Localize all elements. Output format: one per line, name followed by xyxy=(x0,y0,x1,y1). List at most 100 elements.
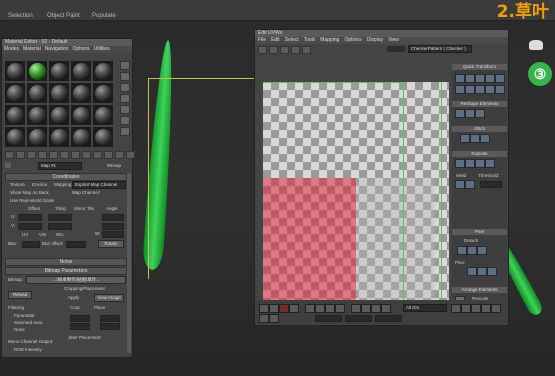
backlight-icon[interactable] xyxy=(120,72,130,81)
weld-selected-icon[interactable] xyxy=(455,180,465,189)
straighten-icon[interactable] xyxy=(455,109,465,118)
unpin-icon[interactable] xyxy=(477,267,487,276)
select-edge-icon[interactable] xyxy=(269,304,279,313)
menu-utilities[interactable]: Utilities xyxy=(94,46,110,53)
mirror-icon[interactable] xyxy=(302,46,311,54)
sample-slot[interactable] xyxy=(5,127,25,147)
flip-v-icon[interactable] xyxy=(485,85,495,94)
uv-menu-tools[interactable]: Tools xyxy=(304,37,316,44)
uv-menu-mapping[interactable]: Mapping xyxy=(320,37,339,44)
scale-icon[interactable] xyxy=(280,46,289,54)
coordinates-rollout[interactable]: Coordinates xyxy=(5,173,127,181)
crop-radio[interactable]: Crop xyxy=(70,305,80,310)
uv-menu-view[interactable]: View xyxy=(388,37,399,44)
reshape-icon[interactable] xyxy=(475,109,485,118)
uv-tiling-icon[interactable] xyxy=(120,94,130,103)
v-coord-field[interactable] xyxy=(345,315,372,322)
sample-slot[interactable] xyxy=(93,105,113,125)
sample-slot[interactable] xyxy=(27,105,47,125)
v-offset-field[interactable] xyxy=(18,223,42,230)
stitch-average-icon[interactable] xyxy=(480,134,490,143)
sample-slot[interactable] xyxy=(93,61,113,81)
eyedropper-icon[interactable] xyxy=(5,162,11,168)
peel-header[interactable]: Peel xyxy=(452,229,507,235)
go-sibling-icon[interactable] xyxy=(126,151,135,159)
uv-menu-edit[interactable]: Edit xyxy=(271,37,280,44)
grow-icon[interactable] xyxy=(305,304,315,313)
move-icon[interactable] xyxy=(258,46,267,54)
w-angle-field[interactable] xyxy=(102,231,124,238)
shrink-icon[interactable] xyxy=(315,304,325,313)
sample-slot[interactable] xyxy=(5,105,25,125)
explode-header[interactable]: Explode xyxy=(452,151,507,157)
peel-mode-icon[interactable] xyxy=(457,246,467,255)
select-element-icon[interactable] xyxy=(289,304,299,313)
wu-radio[interactable]: WU xyxy=(56,232,64,237)
detach-checkbox[interactable]: Detach xyxy=(464,238,478,243)
uv-menu-options[interactable]: Options xyxy=(344,37,361,44)
stitch-target-icon[interactable] xyxy=(470,134,480,143)
realworld-checkbox[interactable]: Use Real-World Scale xyxy=(10,198,54,203)
crop-v-field[interactable] xyxy=(70,323,90,330)
auto-pin-icon[interactable] xyxy=(487,267,497,276)
lock-icon[interactable] xyxy=(361,304,371,313)
align-right-icon[interactable] xyxy=(475,74,485,83)
weld-target-icon[interactable] xyxy=(465,180,475,189)
rotate-button[interactable]: Rotate xyxy=(98,240,124,248)
quick-transform-header[interactable]: Quick Transform xyxy=(452,64,507,70)
uv-menu-select[interactable]: Select xyxy=(285,37,299,44)
sample-slot[interactable] xyxy=(27,127,47,147)
rgb-intensity-radio[interactable]: RGB Intensity xyxy=(14,347,42,352)
place-radio[interactable]: Place xyxy=(94,305,105,310)
u-coord-field[interactable] xyxy=(315,315,342,322)
noise-rollout[interactable]: Noise xyxy=(5,258,127,266)
menu-modes[interactable]: Modes xyxy=(4,46,19,53)
sample-slot[interactable] xyxy=(71,61,91,81)
break-icon[interactable] xyxy=(455,159,465,168)
pyramidal-radio[interactable]: Pyramidal xyxy=(14,313,34,318)
sample-slot[interactable] xyxy=(71,105,91,125)
uv-radio[interactable]: UV xyxy=(22,232,28,237)
sample-slot[interactable] xyxy=(5,61,25,81)
grid-snap-icon[interactable] xyxy=(491,304,501,313)
hide-icon[interactable] xyxy=(371,304,381,313)
view-image-button[interactable]: View Image xyxy=(94,294,124,302)
reshape-elements-header[interactable]: Reshape Elements xyxy=(452,101,507,107)
u-offset-field[interactable] xyxy=(18,214,42,221)
selection-tab[interactable]: Selection xyxy=(8,13,33,19)
rotate-cw-icon[interactable] xyxy=(465,85,475,94)
uv-menu-file[interactable]: File xyxy=(258,37,266,44)
space-icon[interactable] xyxy=(495,85,505,94)
rotate-icon[interactable] xyxy=(269,46,278,54)
zoom-region-icon[interactable] xyxy=(471,304,481,313)
jitter-label[interactable]: Jitter Placement: xyxy=(68,335,102,340)
stitch-source-icon[interactable] xyxy=(460,134,470,143)
sample-slot[interactable] xyxy=(71,83,91,103)
mapping-dropdown[interactable]: Explicit Map Channel xyxy=(72,181,126,189)
u-angle-field[interactable] xyxy=(102,214,124,221)
zoom-icon[interactable] xyxy=(451,304,461,313)
object-paint-tab[interactable]: Object Paint xyxy=(47,13,80,19)
uv-menu-display[interactable]: Display xyxy=(367,37,383,44)
effects-channel-icon[interactable] xyxy=(82,151,91,159)
sample-slot[interactable] xyxy=(49,83,69,103)
environ-radio[interactable]: Environ xyxy=(32,182,47,187)
threshold-field[interactable] xyxy=(480,181,502,188)
crop-u-field[interactable] xyxy=(70,315,90,322)
all-ids-dropdown[interactable]: All IDs xyxy=(403,304,447,312)
select-vertex-icon[interactable] xyxy=(259,304,269,313)
show-map-checkbox[interactable]: Show Map on Back xyxy=(10,190,49,195)
make-unique-icon[interactable] xyxy=(60,151,69,159)
uv-dropdown-small[interactable] xyxy=(387,46,405,52)
crop-w-field[interactable] xyxy=(100,315,120,322)
flip-h-icon[interactable] xyxy=(475,85,485,94)
summed-area-radio[interactable]: Summed Area xyxy=(14,320,43,325)
video-color-icon[interactable] xyxy=(120,105,130,114)
menu-options[interactable]: Options xyxy=(72,46,89,53)
crop-h-field[interactable] xyxy=(100,323,120,330)
zoom-extents-icon[interactable] xyxy=(481,304,491,313)
v-tiling-field[interactable] xyxy=(48,223,72,230)
pelt-icon[interactable] xyxy=(477,246,487,255)
show-end-result-icon[interactable] xyxy=(104,151,113,159)
copy-material-icon[interactable] xyxy=(49,151,58,159)
